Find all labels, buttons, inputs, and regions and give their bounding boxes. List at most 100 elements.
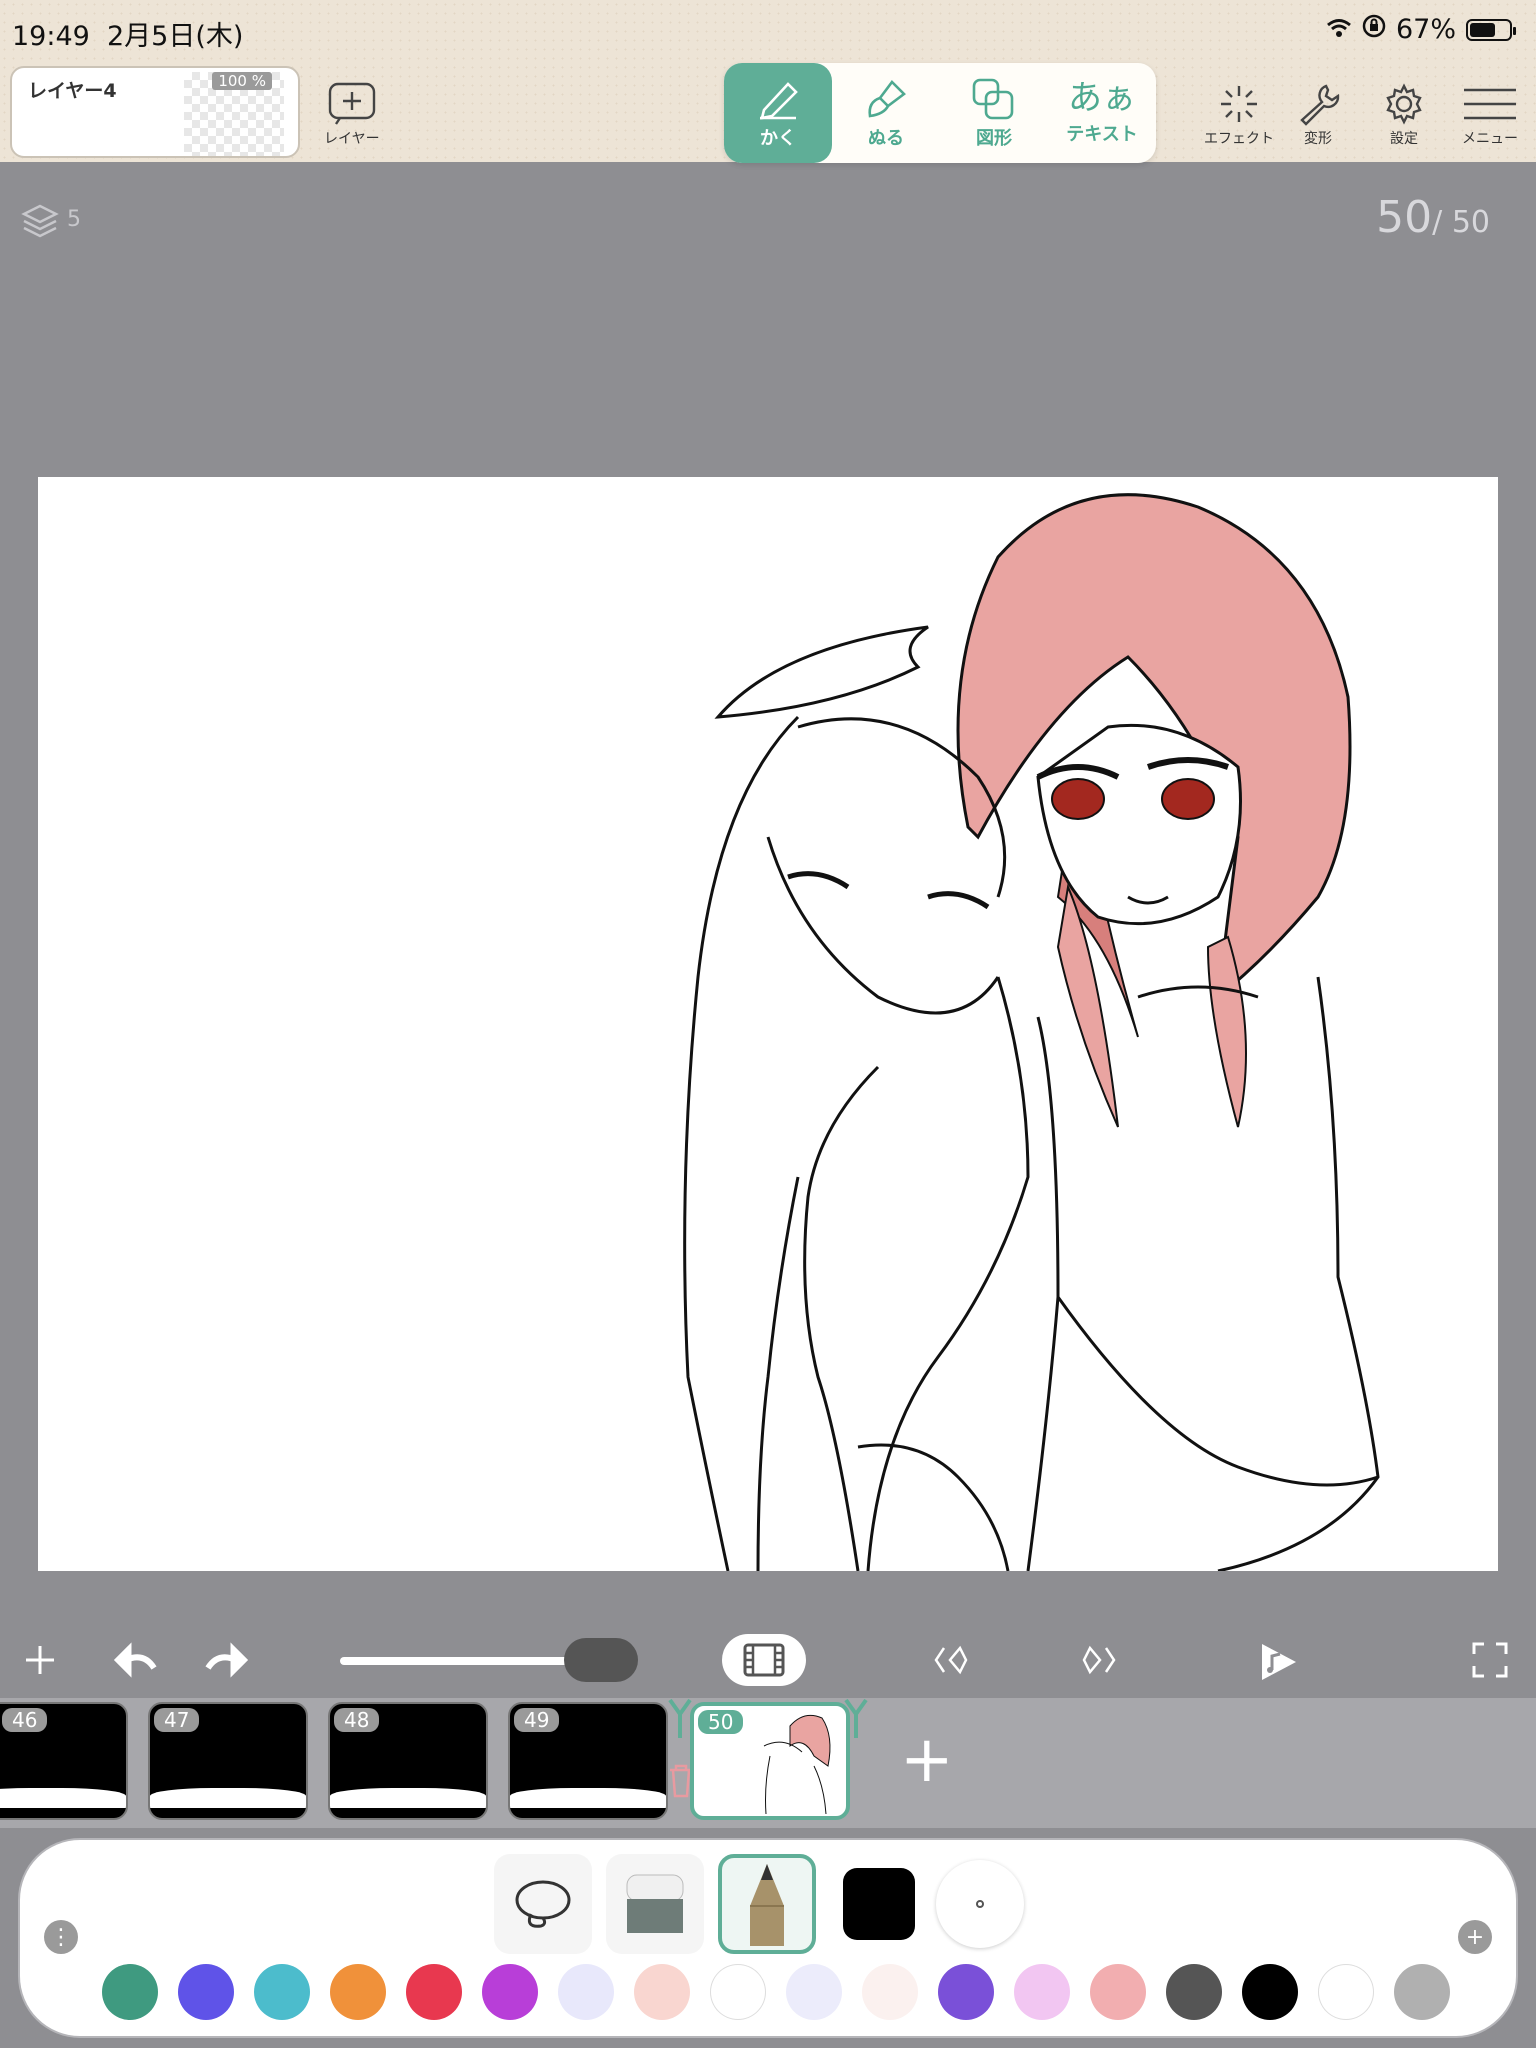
- frame-thumbnail[interactable]: 47: [148, 1702, 308, 1820]
- wifi-icon: [1326, 14, 1352, 45]
- mode-draw[interactable]: かく: [724, 63, 832, 163]
- settings-button[interactable]: 設定: [1380, 82, 1428, 148]
- redo-button[interactable]: [204, 1640, 250, 1684]
- color-swatch[interactable]: [1318, 1964, 1374, 2020]
- color-swatch[interactable]: [1242, 1964, 1298, 2020]
- add-color-icon[interactable]: +: [1458, 1920, 1492, 1954]
- mode-fill[interactable]: ぬる: [832, 63, 940, 163]
- frame-thumbnail[interactable]: 48: [328, 1702, 488, 1820]
- mode-fill-label: ぬる: [868, 128, 904, 149]
- eraser-icon: [626, 1874, 684, 1933]
- color-swatch[interactable]: [1014, 1964, 1070, 2020]
- color-swatch[interactable]: [938, 1964, 994, 2020]
- film-view-button[interactable]: [722, 1634, 806, 1686]
- color-swatch[interactable]: [406, 1964, 462, 2020]
- next-frame-icon: [1082, 1645, 1116, 1675]
- frame-number: 49: [514, 1708, 560, 1732]
- pencil-icon: [750, 1864, 784, 1946]
- sparkle-icon: [1221, 86, 1257, 122]
- menu-button[interactable]: メニュー: [1460, 82, 1520, 148]
- add-frame-button[interactable]: +: [900, 1728, 954, 1792]
- total-frames: / 50: [1432, 205, 1490, 240]
- frame-slider-track[interactable]: [340, 1657, 580, 1665]
- current-layer-card[interactable]: レイヤー4 100 %: [10, 66, 300, 158]
- status-right: 67%: [1326, 14, 1516, 45]
- current-frame-number: 50: [1376, 192, 1433, 243]
- color-swatch[interactable]: [1090, 1964, 1146, 2020]
- battery-percent: 67%: [1395, 14, 1456, 45]
- add-layer-button[interactable]: レイヤー: [324, 82, 380, 148]
- eraser-tool[interactable]: [606, 1854, 704, 1954]
- fullscreen-button[interactable]: [1470, 1640, 1510, 1684]
- frame-counter: 50/ 50: [1376, 192, 1490, 243]
- drawing-mode-selector: かく ぬる 図形 あぁ テキスト: [724, 63, 1156, 163]
- color-swatch[interactable]: [178, 1964, 234, 2020]
- color-swatch[interactable]: [330, 1964, 386, 2020]
- color-swatch[interactable]: [786, 1964, 842, 2020]
- clock: 19:49: [12, 21, 90, 52]
- prev-frame-icon: [934, 1645, 968, 1675]
- frame-number: 50: [698, 1710, 744, 1734]
- battery-icon: [1466, 18, 1516, 41]
- frame-number: 48: [334, 1708, 380, 1732]
- lasso-tool[interactable]: [494, 1854, 592, 1954]
- frame-timeline: 46 47 48 49 50 +: [0, 1698, 1536, 1828]
- date: 2月5日(木): [106, 21, 244, 52]
- settings-label: 設定: [1390, 131, 1418, 147]
- mode-shapes[interactable]: 図形: [940, 63, 1048, 163]
- current-color-swatch: [843, 1868, 915, 1940]
- brush-size-button[interactable]: [936, 1860, 1024, 1948]
- onion-skin-marker-icon[interactable]: [844, 1698, 868, 1742]
- add-layer-icon: [328, 82, 375, 125]
- color-swatch[interactable]: [102, 1964, 158, 2020]
- top-toolbar: 19:49 2月5日(木) 67% レイヤー4 100 % レイヤー かく ぬる…: [0, 0, 1536, 163]
- effects-button[interactable]: エフェクト: [1204, 82, 1274, 148]
- layer-count-indicator[interactable]: 5: [20, 200, 81, 240]
- palette-options-icon[interactable]: ⋮: [44, 1920, 78, 1954]
- plus-icon: [26, 1646, 54, 1674]
- add-button[interactable]: [20, 1640, 60, 1684]
- color-swatch[interactable]: [482, 1964, 538, 2020]
- shapes-icon: [972, 78, 1014, 120]
- pencil-tool[interactable]: [718, 1854, 816, 1954]
- brush-icon: [868, 80, 906, 118]
- color-swatch[interactable]: [710, 1964, 766, 2020]
- frame-slider-knob[interactable]: [564, 1638, 638, 1682]
- transform-label: 変形: [1304, 131, 1332, 147]
- frame-preview: [330, 1788, 486, 1808]
- frame-preview: [0, 1788, 126, 1808]
- current-color-button[interactable]: [830, 1854, 928, 1954]
- color-swatch[interactable]: [634, 1964, 690, 2020]
- brush-size-dot: [976, 1900, 984, 1908]
- frame-number: 46: [2, 1708, 48, 1732]
- transform-button[interactable]: 変形: [1294, 82, 1342, 148]
- add-layer-label: レイヤー: [324, 131, 380, 147]
- hamburger-icon: [1464, 88, 1516, 120]
- color-swatch[interactable]: [254, 1964, 310, 2020]
- brush-palette: ⋮ +: [20, 1840, 1516, 2036]
- mode-draw-label: かく: [760, 128, 796, 149]
- play-button[interactable]: [1256, 1640, 1300, 1688]
- onion-skin-marker-icon[interactable]: [668, 1698, 692, 1742]
- color-swatch[interactable]: [558, 1964, 614, 2020]
- wrench-icon: [1300, 84, 1340, 126]
- fullscreen-icon: [1472, 1642, 1508, 1678]
- effects-label: エフェクト: [1204, 131, 1274, 147]
- frame-number: 47: [154, 1708, 200, 1732]
- next-frame-button[interactable]: [1080, 1640, 1120, 1684]
- frame-thumbnail[interactable]: 49: [508, 1702, 668, 1820]
- frame-thumbnail[interactable]: 46: [0, 1702, 128, 1820]
- color-swatch[interactable]: [1166, 1964, 1222, 2020]
- undo-button[interactable]: [112, 1640, 158, 1684]
- color-swatch[interactable]: [862, 1964, 918, 2020]
- current-frame-thumbnail[interactable]: 50: [690, 1702, 850, 1820]
- menu-label: メニュー: [1462, 131, 1518, 147]
- drawing-canvas[interactable]: [38, 477, 1498, 1571]
- previous-frame-button[interactable]: [930, 1640, 970, 1684]
- gear-icon: [1386, 83, 1422, 125]
- mode-text[interactable]: あぁ テキスト: [1048, 63, 1156, 163]
- color-swatch[interactable]: [1394, 1964, 1450, 2020]
- film-icon: [743, 1643, 785, 1677]
- artwork-illustration: [683, 493, 1380, 1571]
- playback-toolbar: [0, 1622, 1536, 1698]
